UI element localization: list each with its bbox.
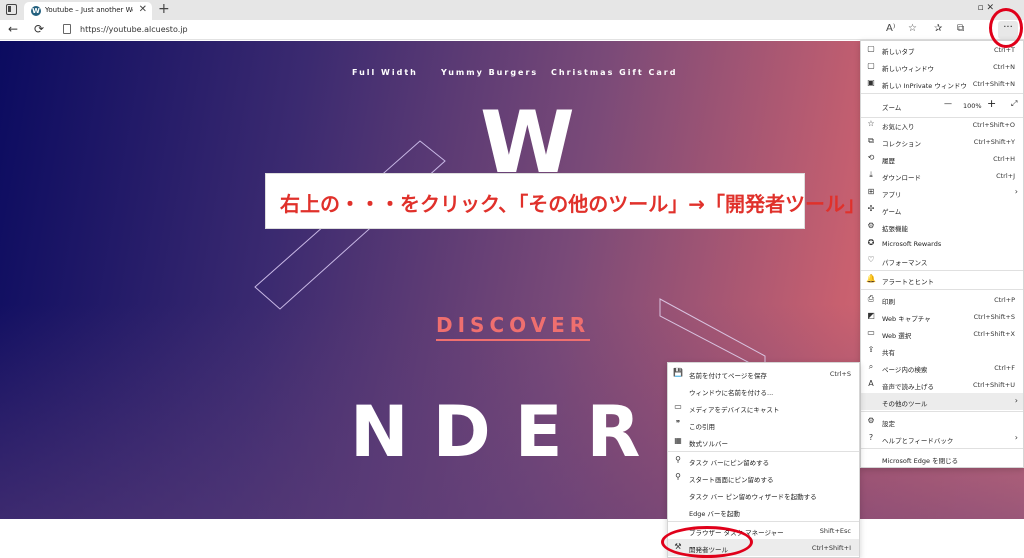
- new-tab-button[interactable]: +: [158, 1, 170, 17]
- share-icon: ⇪: [867, 345, 875, 354]
- window-controls[interactable]: ▫ ✕: [977, 3, 994, 13]
- screenshot: W Youtube – Just another WordPre ✕ + ▫ ✕…: [0, 0, 1024, 558]
- fullscreen-icon[interactable]: ⤢: [1011, 99, 1017, 109]
- help-icon: ?: [868, 433, 874, 442]
- menu-share[interactable]: ⇪ 共有: [861, 342, 1023, 359]
- instruction-text: 右上の・・・をクリック、「その他のツール」→「開発者ツール」: [280, 192, 865, 216]
- zoom-value: 100%: [963, 102, 982, 110]
- collections-icon: ⧉: [868, 136, 874, 145]
- inprivate-icon: ▣: [867, 78, 875, 87]
- menu-help[interactable]: ? ヘルプとフィードバック ›: [861, 430, 1023, 447]
- tab-youtube[interactable]: W Youtube – Just another WordPre ✕: [24, 2, 152, 20]
- reload-button[interactable]: ⟳: [34, 22, 44, 36]
- settings-menu: ▢ 新しいタブ Ctrl+T ▢ 新しいウィンドウ Ctrl+N ▣ 新しい InPriv…: [860, 40, 1024, 468]
- submenu-pin-wizard[interactable]: タスク バー ピン留めウィザードを起動する: [668, 486, 859, 503]
- menu-new-window[interactable]: ▢ 新しいウィンドウ Ctrl+N: [861, 58, 1023, 75]
- quote-icon: ❞: [675, 419, 681, 428]
- chevron-right-icon: ›: [1014, 187, 1018, 196]
- find-icon: ⌕: [868, 362, 874, 371]
- menu-apps[interactable]: ⊞ アプリ ›: [861, 184, 1023, 201]
- submenu-save-page[interactable]: 💾 名前を付けてページを保存 Ctrl+S: [668, 365, 859, 382]
- tab-bar: W Youtube – Just another WordPre ✕ + ▫ ✕: [0, 0, 1024, 20]
- menu-history[interactable]: ⟲ 履歴 Ctrl+H: [861, 150, 1023, 167]
- print-icon: ⎙: [867, 294, 875, 303]
- read-aloud-icon: A: [868, 379, 874, 388]
- menu-web-capture[interactable]: ◩ Web キャプチャ Ctrl+Shift+S: [861, 308, 1023, 325]
- nav-christmas-gift-card[interactable]: Christmas Gift Card: [551, 68, 677, 77]
- page-bottom: [0, 519, 1024, 558]
- annotation-circle-more: [989, 8, 1023, 48]
- submenu-cite[interactable]: ❞ この引用: [668, 416, 859, 433]
- menu-favorites[interactable]: ☆ お気に入り Ctrl+Shift+O: [861, 116, 1023, 133]
- star-icon: ☆: [867, 119, 875, 128]
- submenu-pin-start[interactable]: ⚲ スタート画面にピン留めする: [668, 469, 859, 486]
- zoom-in-button[interactable]: +: [987, 97, 996, 110]
- new-tab-icon: ▢: [867, 44, 875, 53]
- save-icon: 💾: [673, 368, 683, 377]
- back-button[interactable]: ←: [8, 22, 18, 36]
- submenu-cast[interactable]: ▭ メディアをデバイスにキャスト: [668, 399, 859, 416]
- discover-link[interactable]: DISCOVER: [436, 313, 591, 341]
- menu-more-tools[interactable]: その他のツール ›: [861, 393, 1023, 410]
- wordpress-icon: W: [31, 6, 41, 16]
- menu-games[interactable]: ✣ ゲーム: [861, 201, 1023, 218]
- gear-icon: ⚙: [867, 416, 875, 425]
- read-aloud-icon[interactable]: A⁾: [886, 23, 895, 34]
- menu-web-select[interactable]: ▭ Web 選択 Ctrl+Shift+X: [861, 325, 1023, 342]
- pin-icon: ⚲: [675, 455, 681, 464]
- menu-read-aloud[interactable]: A 音声で読み上げる Ctrl+Shift+U: [861, 376, 1023, 393]
- download-icon: ⤓: [869, 170, 873, 179]
- math-icon: ▦: [674, 436, 682, 445]
- instruction-banner: 右上の・・・をクリック、「その他のツール」→「開発者ツール」: [265, 173, 865, 229]
- address-bar: ← ⟳ https://youtube.alcuesto.jp A⁾ ☆ ✰ ⧉…: [0, 20, 1024, 40]
- extensions-icon: ⚙: [867, 221, 875, 230]
- submenu-math-solver[interactable]: ▦ 数式ソルバー: [668, 433, 859, 450]
- menu-print[interactable]: ⎙ 印刷 Ctrl+P: [861, 291, 1023, 308]
- menu-find[interactable]: ⌕ ページ内の検索 Ctrl+F: [861, 359, 1023, 376]
- nav-full-width[interactable]: Full Width: [352, 68, 418, 77]
- menu-settings[interactable]: ⚙ 設定: [861, 413, 1023, 430]
- capture-icon: ◩: [867, 311, 875, 320]
- menu-extensions[interactable]: ⚙ 拡張機能: [861, 218, 1023, 235]
- tab-actions-icon[interactable]: [6, 4, 17, 15]
- menu-zoom: ズーム — 100% + ⤢: [882, 97, 1018, 112]
- rewards-icon: ✪: [867, 238, 875, 247]
- tab-title: Youtube – Just another WordPre: [45, 6, 133, 14]
- url-field[interactable]: https://youtube.alcuesto.jp: [80, 25, 188, 34]
- menu-downloads[interactable]: ⤓ ダウンロード Ctrl+J: [861, 167, 1023, 184]
- chevron-right-icon: ›: [1014, 396, 1018, 405]
- collections-icon[interactable]: ⧉: [957, 23, 964, 34]
- menu-collections[interactable]: ⧉ コレクション Ctrl+Shift+Y: [861, 133, 1023, 150]
- submenu-pin-taskbar[interactable]: ⚲ タスク バーにピン留めする: [668, 452, 859, 469]
- submenu-name-window[interactable]: ウィンドウに名前を付ける...: [668, 382, 859, 399]
- menu-performance[interactable]: ♡ パフォーマンス: [861, 252, 1023, 269]
- collections-star-icon[interactable]: ✰: [934, 23, 942, 34]
- apps-icon: ⊞: [867, 187, 875, 196]
- lock-icon: [63, 24, 71, 34]
- games-icon: ✣: [867, 204, 875, 213]
- bell-icon: 🔔: [866, 274, 876, 283]
- tab-close-icon[interactable]: ✕: [139, 4, 147, 15]
- pin-icon: ⚲: [675, 472, 681, 481]
- chevron-right-icon: ›: [1014, 433, 1018, 442]
- cast-icon: ▭: [674, 402, 682, 411]
- nav-yummy-burgers[interactable]: Yummy Burgers: [441, 68, 538, 77]
- performance-icon: ♡: [867, 255, 875, 264]
- menu-rewards[interactable]: ✪ Microsoft Rewards: [861, 235, 1023, 252]
- annotation-circle-devtools: [661, 526, 753, 558]
- new-window-icon: ▢: [867, 61, 875, 70]
- submenu-edge-bar[interactable]: Edge バーを起動: [668, 503, 859, 520]
- zoom-out-button[interactable]: —: [944, 99, 952, 108]
- favorite-icon[interactable]: ☆: [908, 23, 917, 34]
- hero-text-nder: NDER: [350, 391, 665, 473]
- menu-close-edge[interactable]: Microsoft Edge を閉じる: [861, 450, 1023, 467]
- history-icon: ⟲: [867, 153, 875, 162]
- menu-alerts[interactable]: 🔔 アラートとヒント: [861, 271, 1023, 288]
- select-icon: ▭: [867, 328, 875, 337]
- menu-new-inprivate[interactable]: ▣ 新しい InPrivate ウィンドウ Ctrl+Shift+N: [861, 75, 1023, 92]
